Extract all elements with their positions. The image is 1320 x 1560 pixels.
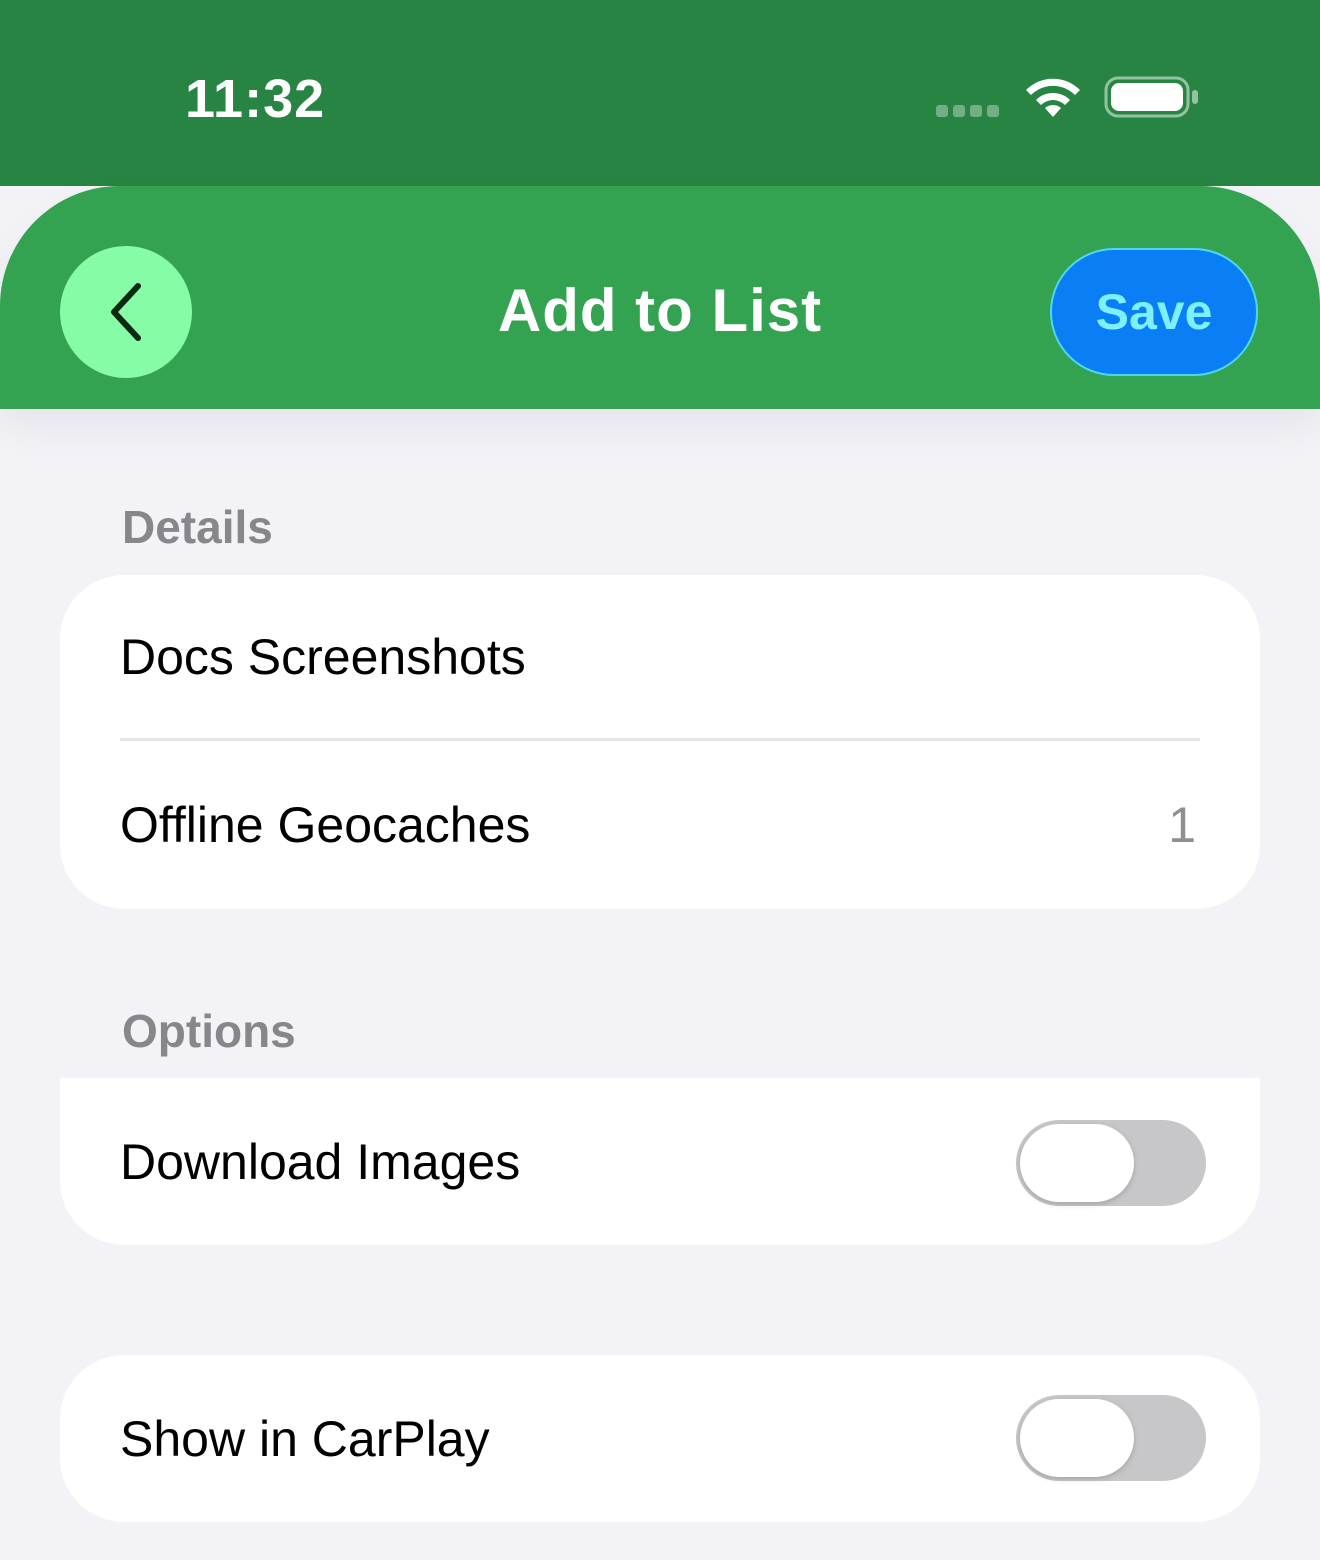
details-card: Docs Screenshots Offline Geocaches 1 xyxy=(60,575,1260,909)
section-header-details: Details xyxy=(122,501,273,553)
list-item-count: 1 xyxy=(1168,797,1196,853)
toggle-knob xyxy=(1020,1399,1134,1477)
download-images-label: Download Images xyxy=(120,1133,521,1190)
section-header-options: Options xyxy=(122,1005,296,1057)
list-item-label: Docs Screenshots xyxy=(120,629,526,685)
wifi-icon xyxy=(1026,78,1080,117)
status-time: 11:32 xyxy=(185,69,326,129)
nav-header: Add to List Save xyxy=(0,186,1320,409)
show-in-carplay-toggle[interactable] xyxy=(1016,1395,1206,1481)
carplay-card: Show in CarPlay xyxy=(60,1355,1260,1522)
options-card: Download Images xyxy=(60,1078,1260,1245)
show-in-carplay-row: Show in CarPlay xyxy=(60,1355,1260,1522)
add-to-list-screen: 11:32 Add to List Save Details Docs Scre… xyxy=(0,0,1320,1560)
status-bar: 11:32 xyxy=(0,0,1320,186)
battery-icon xyxy=(1104,76,1198,118)
download-images-row: Download Images xyxy=(60,1078,1260,1245)
list-item-label: Offline Geocaches xyxy=(120,797,531,853)
signal-dots-icon xyxy=(936,104,1004,118)
list-item-docs-screenshots[interactable]: Docs Screenshots xyxy=(60,575,1260,739)
toggle-knob xyxy=(1020,1124,1134,1202)
download-images-toggle[interactable] xyxy=(1016,1120,1206,1206)
list-item-offline-geocaches[interactable]: Offline Geocaches 1 xyxy=(60,741,1260,909)
save-button[interactable]: Save xyxy=(1050,248,1258,376)
show-in-carplay-label: Show in CarPlay xyxy=(120,1410,490,1467)
